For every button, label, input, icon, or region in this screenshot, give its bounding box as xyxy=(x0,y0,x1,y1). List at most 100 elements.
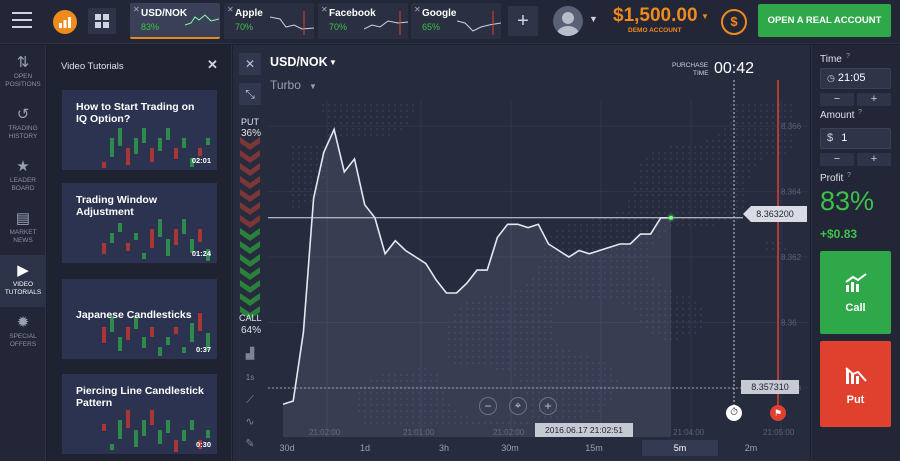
timeframe-3h[interactable]: 3h xyxy=(417,440,471,456)
leaderboard-star-icon: ★ xyxy=(16,158,30,175)
close-icon[interactable]: ✕ xyxy=(227,5,234,14)
nav-item-video-tutorials[interactable]: ▶ VIDEO TUTORIALS xyxy=(0,255,46,307)
map-dot xyxy=(688,326,690,328)
map-dot xyxy=(604,242,606,244)
deposit-icon[interactable]: $ xyxy=(721,9,747,35)
amount-increase-button[interactable]: + xyxy=(857,153,891,166)
map-dot xyxy=(652,182,654,184)
timeframe-icon[interactable]: 1s xyxy=(239,367,261,389)
asset-tab-facebook[interactable]: ✕ Facebook 70% xyxy=(318,3,408,39)
mode-selector[interactable]: Turbo xyxy=(270,78,301,92)
asset-tab-usdnok[interactable]: ✕ USD/NOK 83% xyxy=(130,3,220,39)
map-dot xyxy=(292,188,294,190)
map-dot xyxy=(652,188,654,190)
zoom-out-button[interactable]: − xyxy=(479,397,497,415)
drawing-icon[interactable]: ⟋ xyxy=(239,389,261,411)
map-dot xyxy=(712,176,714,178)
put-button[interactable]: Put xyxy=(820,341,891,427)
map-dot xyxy=(694,158,696,160)
map-dot xyxy=(304,170,306,172)
gear-offer-icon: ✹ xyxy=(16,314,30,331)
map-dot xyxy=(304,158,306,160)
zoom-in-button[interactable]: + xyxy=(539,397,557,415)
tab-percent: 65% xyxy=(422,22,441,32)
amount-info-icon[interactable]: ? xyxy=(858,109,862,116)
asset-tab-google[interactable]: ✕ Google 65% xyxy=(411,3,501,39)
map-dot xyxy=(328,134,330,136)
close-icon[interactable]: ✕ xyxy=(133,5,140,14)
map-dot xyxy=(646,206,648,208)
nav-item-label: TRADING HISTORY xyxy=(8,125,38,140)
menu-icon[interactable] xyxy=(12,12,32,28)
asset-selector[interactable]: USD/NOK xyxy=(270,55,328,69)
timeframe-15m[interactable]: 15m xyxy=(567,440,621,456)
indicators-icon[interactable]: ∿ xyxy=(239,411,261,433)
timeframe-30m[interactable]: 30m xyxy=(483,440,537,456)
time-field[interactable]: ◷ 21:05 xyxy=(820,68,891,89)
close-chart-button[interactable]: ✕ xyxy=(239,53,261,75)
amount-decrease-button[interactable]: − xyxy=(820,153,854,166)
map-dot xyxy=(676,332,678,334)
pencil-icon[interactable]: ✎ xyxy=(239,433,261,455)
time-decrease-button[interactable]: − xyxy=(820,93,854,106)
time-increase-button[interactable]: + xyxy=(857,93,891,106)
open-real-account-button[interactable]: OPEN A REAL ACCOUNT xyxy=(758,4,891,37)
nav-item-trading-history[interactable]: ↺ TRADING HISTORY xyxy=(0,99,46,151)
map-dot xyxy=(712,224,714,226)
nav-item-market-news[interactable]: ▤ MARKET NEWS xyxy=(0,203,46,255)
timeframe-5m[interactable]: 5m xyxy=(642,440,718,456)
profit-info-icon[interactable]: ? xyxy=(847,172,851,179)
nav-item-leader-board[interactable]: ★ LEADER BOARD xyxy=(0,151,46,203)
direction-chevron-icon xyxy=(240,241,260,254)
close-icon[interactable]: ✕ xyxy=(414,5,421,14)
nav-item-special-offers[interactable]: ✹ SPECIAL OFFERS xyxy=(0,307,46,359)
avatar[interactable] xyxy=(553,6,583,36)
map-dot xyxy=(682,152,684,154)
current-price-dot xyxy=(669,215,673,220)
map-dot xyxy=(622,236,624,238)
map-dot xyxy=(358,122,360,124)
crosshair-icon[interactable]: ⌖ xyxy=(509,397,527,415)
balance-chevron-icon[interactable]: ▼ xyxy=(701,12,709,21)
chart-type-icon[interactable]: ▟ xyxy=(239,343,261,365)
add-tab-button[interactable]: + xyxy=(508,6,538,36)
asset-chevron-icon[interactable]: ▼ xyxy=(329,58,337,67)
video-card[interactable]: Japanese Candlesticks 0:37 xyxy=(62,279,217,359)
mode-chevron-icon[interactable]: ▼ xyxy=(309,82,317,91)
map-dot xyxy=(394,128,396,130)
y-tick-label: 8.36 xyxy=(781,318,797,327)
grid-view-icon[interactable] xyxy=(88,8,116,34)
map-dot xyxy=(328,116,330,118)
map-dot xyxy=(292,182,294,184)
map-dot xyxy=(694,308,696,310)
map-dot xyxy=(754,152,756,154)
map-dot xyxy=(766,146,768,148)
video-card[interactable]: Trading Window Adjustment 01:24 xyxy=(62,183,217,263)
nav-item-open-positions[interactable]: ⇅ OPEN POSITIONS xyxy=(0,47,46,99)
amount-field[interactable]: $ 1 xyxy=(820,128,891,149)
map-dot xyxy=(694,182,696,184)
finish-flag-icon[interactable]: ⚑ xyxy=(770,405,786,421)
map-dot xyxy=(616,230,618,232)
chevron-down-icon[interactable]: ▼ xyxy=(589,14,598,24)
timeframe-1d[interactable]: 1d xyxy=(338,440,392,456)
timeframe-30d[interactable]: 30d xyxy=(260,440,314,456)
balance[interactable]: $1,500.00 xyxy=(613,5,698,27)
stopwatch-icon[interactable]: ⏱ xyxy=(726,405,742,421)
timeframe-2m[interactable]: 2m xyxy=(724,440,778,456)
map-dot xyxy=(664,194,666,196)
map-dot xyxy=(694,212,696,214)
video-card[interactable]: How to Start Trading on IQ Option? 02:01 xyxy=(62,90,217,170)
map-dot xyxy=(712,152,714,154)
map-dot xyxy=(292,152,294,154)
call-button[interactable]: Call xyxy=(820,251,891,334)
close-panel-icon[interactable]: ✕ xyxy=(207,57,218,73)
asset-tab-apple[interactable]: ✕ Apple 70% xyxy=(224,3,314,39)
map-dot xyxy=(712,146,714,148)
map-dot xyxy=(364,116,366,118)
close-icon[interactable]: ✕ xyxy=(321,5,328,14)
time-info-icon[interactable]: ? xyxy=(846,53,850,60)
collapse-icon[interactable]: ⤡ xyxy=(239,83,261,105)
map-dot xyxy=(748,170,750,172)
video-card[interactable]: Piercing Line Candlestick Pattern 0:30 xyxy=(62,374,217,454)
